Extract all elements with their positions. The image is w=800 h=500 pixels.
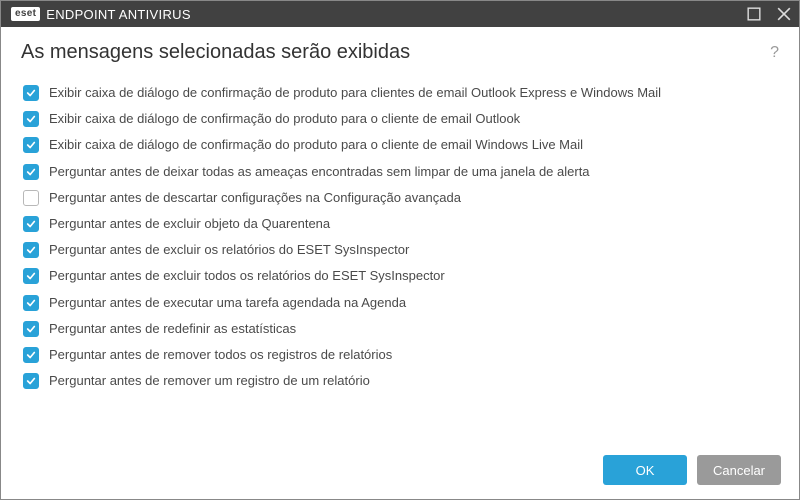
titlebar: eset ENDPOINT ANTIVIRUS <box>1 1 799 27</box>
checkbox[interactable] <box>23 216 39 232</box>
checkbox[interactable] <box>23 137 39 153</box>
app-title: ENDPOINT ANTIVIRUS <box>46 7 191 22</box>
list-item-label: Exibir caixa de diálogo de confirmação d… <box>49 136 583 154</box>
list-item-label: Perguntar antes de excluir objeto da Qua… <box>49 215 330 233</box>
dialog-window: eset ENDPOINT ANTIVIRUS As mensagens sel… <box>0 0 800 500</box>
list-item: Exibir caixa de diálogo de confirmação d… <box>21 106 777 132</box>
dialog-footer: OK Cancelar <box>1 441 799 499</box>
checkbox[interactable] <box>23 321 39 337</box>
list-item-label: Exibir caixa de diálogo de confirmação d… <box>49 84 661 102</box>
list-item: Exibir caixa de diálogo de confirmação d… <box>21 132 777 158</box>
list-item-label: Perguntar antes de excluir os relatórios… <box>49 241 409 259</box>
help-icon[interactable]: ? <box>770 44 779 62</box>
list-item: Perguntar antes de excluir todos os rela… <box>21 263 777 289</box>
checkbox[interactable] <box>23 295 39 311</box>
list-item-label: Perguntar antes de redefinir as estatíst… <box>49 320 296 338</box>
checkbox[interactable] <box>23 190 39 206</box>
close-button[interactable] <box>777 7 791 21</box>
list-item-label: Perguntar antes de excluir todos os rela… <box>49 267 445 285</box>
cancel-button[interactable]: Cancelar <box>697 455 781 485</box>
list-item-label: Perguntar antes de deixar todas as ameaç… <box>49 163 590 181</box>
list-item: Perguntar antes de executar uma tarefa a… <box>21 290 777 316</box>
list-item-label: Exibir caixa de diálogo de confirmação d… <box>49 110 520 128</box>
list-item-label: Perguntar antes de descartar configuraçõ… <box>49 189 461 207</box>
list-item: Perguntar antes de descartar configuraçõ… <box>21 185 777 211</box>
list-item-label: Perguntar antes de executar uma tarefa a… <box>49 294 406 312</box>
checkbox[interactable] <box>23 164 39 180</box>
titlebar-right <box>747 7 791 21</box>
checkbox[interactable] <box>23 111 39 127</box>
list-item-label: Perguntar antes de remover todos os regi… <box>49 346 392 364</box>
dialog-title: As mensagens selecionadas serão exibidas <box>21 41 410 64</box>
message-list[interactable]: Exibir caixa de diálogo de confirmação d… <box>21 74 787 441</box>
checkbox[interactable] <box>23 268 39 284</box>
list-item: Perguntar antes de redefinir as estatíst… <box>21 316 777 342</box>
content-area: Exibir caixa de diálogo de confirmação d… <box>1 74 799 441</box>
brand-badge: eset <box>11 7 40 21</box>
checkbox[interactable] <box>23 347 39 363</box>
checkbox[interactable] <box>23 242 39 258</box>
list-item: Perguntar antes de deixar todas as ameaç… <box>21 159 777 185</box>
titlebar-left: eset ENDPOINT ANTIVIRUS <box>11 7 191 22</box>
list-item: Perguntar antes de remover todos os regi… <box>21 342 777 368</box>
list-item: Exibir caixa de diálogo de confirmação d… <box>21 80 777 106</box>
ok-button[interactable]: OK <box>603 455 687 485</box>
checkbox[interactable] <box>23 85 39 101</box>
checkbox[interactable] <box>23 373 39 389</box>
list-item: Perguntar antes de excluir objeto da Qua… <box>21 211 777 237</box>
dialog-header: As mensagens selecionadas serão exibidas… <box>1 27 799 74</box>
list-item: Perguntar antes de excluir os relatórios… <box>21 237 777 263</box>
list-item: Perguntar antes de remover um registro d… <box>21 368 777 394</box>
list-item-label: Perguntar antes de remover um registro d… <box>49 372 370 390</box>
minimize-button[interactable] <box>747 7 761 21</box>
